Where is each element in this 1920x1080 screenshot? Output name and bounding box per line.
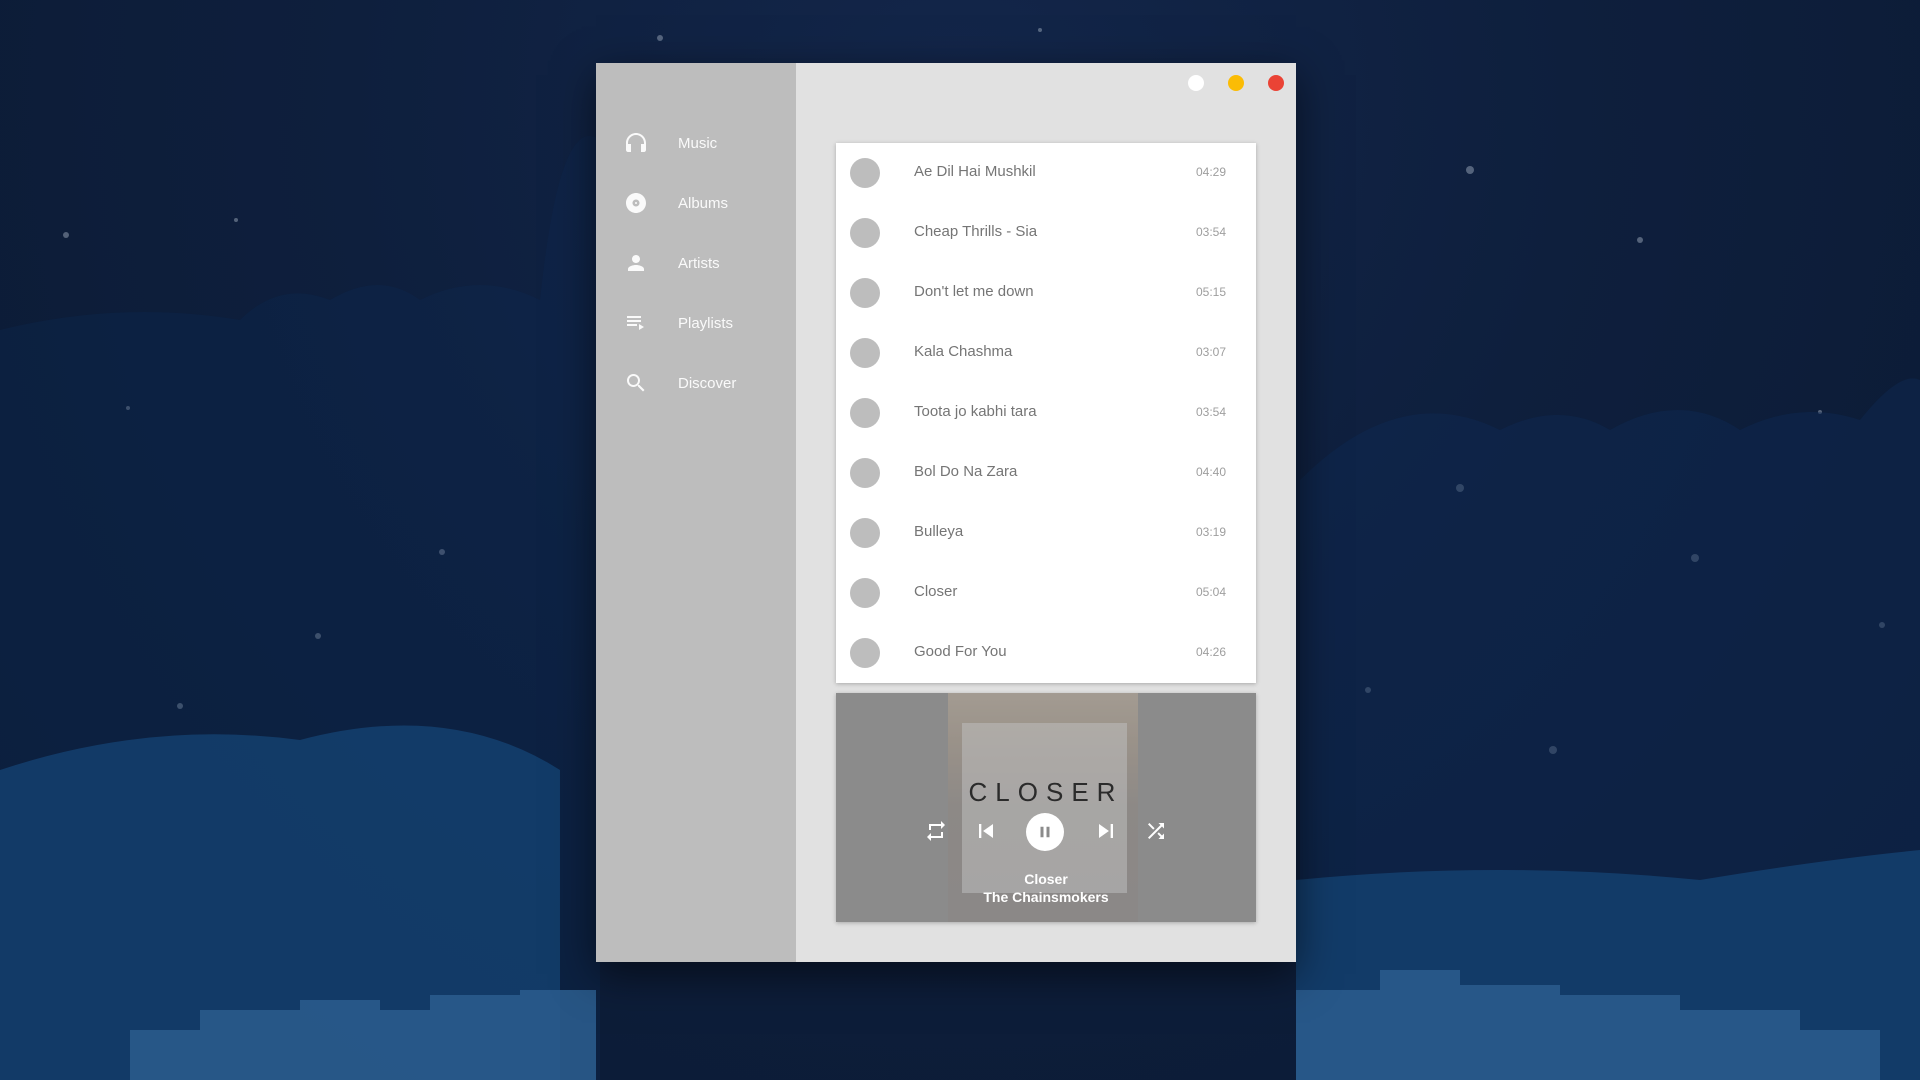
repeat-icon xyxy=(927,821,945,841)
track-thumbnail xyxy=(850,218,880,248)
track-row[interactable]: Bulleya 03:19 xyxy=(836,503,1256,563)
track-row[interactable]: Don't let me down 05:15 xyxy=(836,263,1256,323)
skip-next-icon xyxy=(1099,824,1113,838)
track-list: Ae Dil Hai Mushkil 04:29 Cheap Thrills -… xyxy=(836,143,1256,683)
headphones-icon xyxy=(626,133,646,152)
track-duration: 03:54 xyxy=(1195,225,1226,239)
sidebar-item-label: Music xyxy=(678,134,718,152)
track-title: Good For You xyxy=(914,643,1007,660)
sidebar-item-playlists[interactable]: Playlists xyxy=(624,308,784,338)
track-duration: 03:54 xyxy=(1195,405,1226,419)
person-icon xyxy=(628,255,644,271)
track-row[interactable]: Closer 05:04 xyxy=(836,563,1256,623)
playlist-icon xyxy=(627,316,644,330)
track-title: Cheap Thrills - Sia xyxy=(914,223,1038,240)
track-thumbnail xyxy=(850,638,880,668)
next-button[interactable] xyxy=(1090,815,1122,847)
track-title: Bol Do Na Zara xyxy=(914,463,1018,480)
track-row[interactable]: Good For You 04:26 xyxy=(836,623,1256,683)
skip-previous-icon xyxy=(979,824,993,838)
search-icon xyxy=(627,374,645,392)
now-playing-title: Closer xyxy=(1024,871,1068,887)
track-thumbnail xyxy=(850,458,880,488)
sidebar-item-label: Playlists xyxy=(678,314,734,332)
track-thumbnail xyxy=(850,278,880,308)
sidebar: Music Albums Artists Playlists Discover xyxy=(596,63,796,962)
track-duration: 04:29 xyxy=(1195,165,1226,179)
sidebar-item-music[interactable]: Music xyxy=(624,128,784,158)
maximize-button[interactable] xyxy=(1188,75,1204,91)
sidebar-item-albums[interactable]: Albums xyxy=(624,188,784,218)
sidebar-item-label: Albums xyxy=(678,194,729,212)
minimize-button[interactable] xyxy=(1228,75,1244,91)
now-playing-panel: CLOSER Closer The Chainsmokers xyxy=(836,693,1256,922)
track-row[interactable]: Kala Chashma 03:07 xyxy=(836,323,1256,383)
track-thumbnail xyxy=(850,578,880,608)
track-title: Don't let me down xyxy=(914,283,1034,300)
track-thumbnail xyxy=(850,398,880,428)
track-thumbnail xyxy=(850,518,880,548)
now-playing-artist: The Chainsmokers xyxy=(983,889,1109,905)
track-title: Ae Dil Hai Mushkil xyxy=(914,163,1036,180)
close-button[interactable] xyxy=(1268,75,1284,91)
previous-button[interactable] xyxy=(970,815,1002,847)
track-duration: 05:04 xyxy=(1195,585,1226,599)
shuffle-button[interactable] xyxy=(1140,815,1172,847)
track-title: Kala Chashma xyxy=(914,343,1013,360)
pause-button[interactable] xyxy=(1026,813,1064,851)
track-duration: 03:19 xyxy=(1195,525,1226,539)
sidebar-item-artists[interactable]: Artists xyxy=(624,248,784,278)
track-duration: 05:15 xyxy=(1195,285,1226,299)
track-thumbnail xyxy=(850,338,880,368)
album-icon xyxy=(626,193,646,213)
repeat-button[interactable] xyxy=(920,815,952,847)
track-row[interactable]: Toota jo kabhi tara 03:54 xyxy=(836,383,1256,443)
cover-title: CLOSER xyxy=(968,777,1124,807)
pause-icon xyxy=(1040,826,1050,838)
track-row[interactable]: Cheap Thrills - Sia 03:54 xyxy=(836,203,1256,263)
track-title: Bulleya xyxy=(914,523,964,540)
track-title: Closer xyxy=(914,583,958,600)
sidebar-item-label: Artists xyxy=(678,254,720,272)
track-row[interactable]: Bol Do Na Zara 04:40 xyxy=(836,443,1256,503)
track-duration: 04:26 xyxy=(1195,645,1226,659)
sidebar-item-discover[interactable]: Discover xyxy=(624,368,784,398)
track-duration: 03:07 xyxy=(1195,345,1226,359)
track-duration: 04:40 xyxy=(1195,465,1226,479)
track-thumbnail xyxy=(850,158,880,188)
sidebar-item-label: Discover xyxy=(678,374,737,392)
track-row[interactable]: Ae Dil Hai Mushkil 04:29 xyxy=(836,143,1256,203)
music-player-window: Music Albums Artists Playlists Discover … xyxy=(596,63,1296,962)
track-title: Toota jo kabhi tara xyxy=(914,403,1037,420)
cover-frame xyxy=(962,723,1127,893)
shuffle-icon xyxy=(1148,823,1164,839)
